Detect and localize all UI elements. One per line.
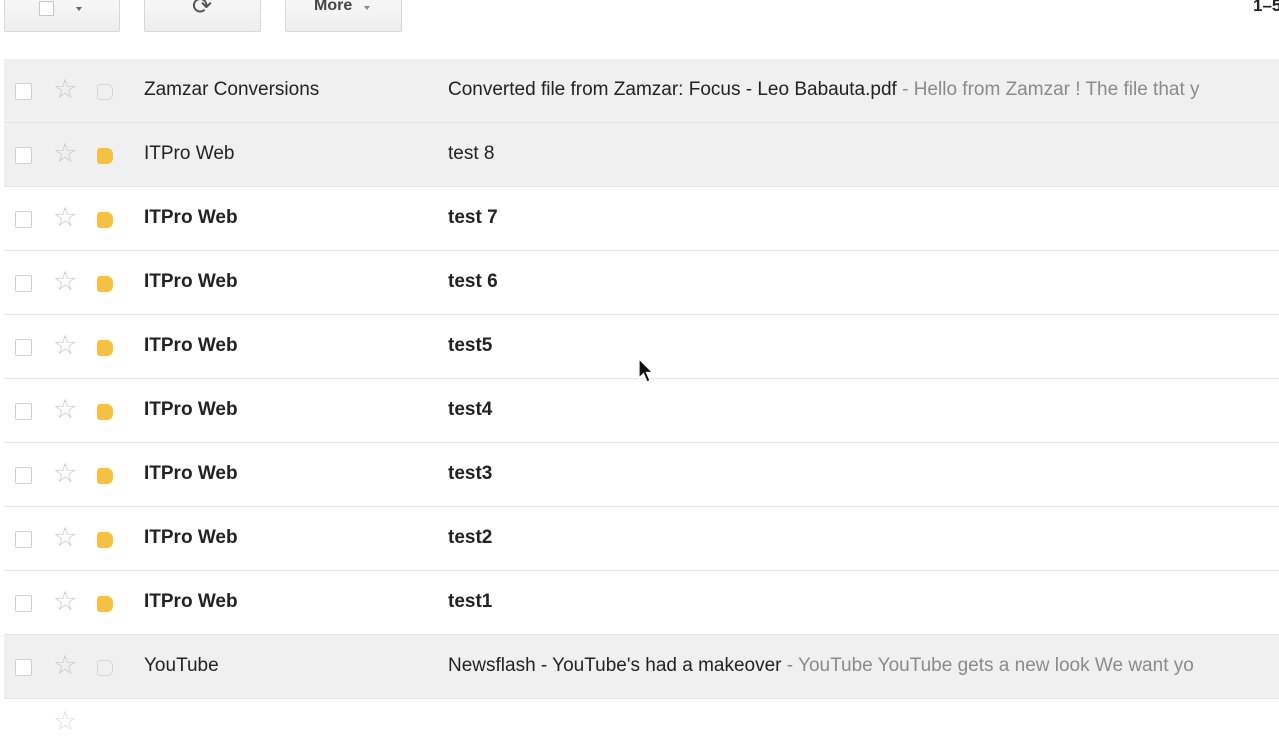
row-checkbox[interactable] (15, 403, 32, 420)
row-checkbox[interactable] (15, 467, 32, 484)
star-icon[interactable]: ☆ (53, 460, 77, 487)
email-subject: test1 (448, 591, 493, 612)
email-row[interactable]: ☆ ITPro Web test 7 (4, 187, 1279, 251)
row-checkbox[interactable] (15, 147, 32, 164)
star-icon[interactable]: ☆ (53, 332, 77, 359)
label-tag-icon (97, 212, 113, 228)
label-tag-icon (97, 84, 113, 100)
label-tag-icon (97, 660, 113, 676)
email-snippet: - YouTube YouTube gets a new look We wan… (781, 655, 1194, 676)
email-row[interactable]: ☆ Zamzar Conversions Converted file from Z… (4, 59, 1279, 123)
toolbar: ⟳ More 1–5 (0, 0, 1279, 56)
email-row[interactable]: ☆ ITPro Web test1 (4, 571, 1279, 635)
row-checkbox[interactable] (15, 83, 32, 100)
email-subject: test2 (448, 527, 493, 548)
email-subject: Converted file from Zamzar: Focus - Leo … (448, 79, 897, 100)
chevron-down-icon (364, 6, 370, 10)
email-row[interactable]: ☆ ITPro Web test 6 (4, 251, 1279, 315)
mouse-pointer-icon (638, 358, 654, 383)
refresh-button[interactable]: ⟳ (144, 0, 261, 32)
email-sender: ITPro Web (144, 399, 238, 420)
label-tag-icon (97, 276, 113, 292)
email-subject-line: test2 (448, 527, 1279, 549)
label-tag-icon (97, 404, 113, 420)
refresh-icon: ⟳ (192, 0, 213, 20)
star-icon[interactable]: ☆ (53, 140, 77, 167)
email-sender: YouTube (144, 655, 219, 676)
email-subject: Newsflash - YouTube's had a makeover (448, 655, 782, 676)
email-subject-line: test5 (448, 335, 1279, 357)
row-checkbox[interactable] (15, 211, 32, 228)
email-sender: ITPro Web (144, 143, 235, 164)
email-subject: test 7 (448, 207, 498, 228)
list-continuation: ☆ (0, 700, 1279, 735)
email-row[interactable]: ☆ ITPro Web test 8 (4, 123, 1279, 187)
row-checkbox[interactable] (15, 531, 32, 548)
star-icon[interactable]: ☆ (53, 524, 77, 551)
email-row[interactable]: ☆ ITPro Web test2 (4, 507, 1279, 571)
label-tag-icon (97, 148, 113, 164)
email-sender: ITPro Web (144, 207, 238, 228)
email-sender: ITPro Web (144, 335, 238, 356)
email-subject-line: test1 (448, 591, 1279, 613)
star-icon[interactable]: ☆ (53, 268, 77, 295)
label-tag-icon (97, 468, 113, 484)
select-all-dropdown-button[interactable] (4, 0, 120, 32)
email-subject: test 6 (448, 271, 498, 292)
row-checkbox[interactable] (15, 595, 32, 612)
email-sender: ITPro Web (144, 527, 238, 548)
checkbox-icon (39, 1, 54, 16)
label-tag-icon (97, 596, 113, 612)
label-tag-icon (97, 340, 113, 356)
more-label: More (314, 0, 353, 14)
pagination-range: 1–5 (1253, 0, 1279, 15)
email-row[interactable]: ☆ YouTube Newsflash - YouTube's had a make… (4, 635, 1279, 699)
email-sender: ITPro Web (144, 271, 238, 292)
more-actions-button[interactable]: More (285, 0, 402, 32)
email-sender: ITPro Web (144, 463, 238, 484)
email-subject: test3 (448, 463, 493, 484)
email-subject-line: test 8 (448, 143, 1279, 165)
email-subject: test 8 (448, 143, 495, 164)
row-checkbox[interactable] (15, 339, 32, 356)
email-subject-line: test4 (448, 399, 1279, 421)
email-subject: test5 (448, 335, 493, 356)
label-tag-icon (97, 532, 113, 548)
star-icon[interactable]: ☆ (53, 588, 77, 615)
star-icon[interactable]: ☆ (53, 204, 77, 231)
star-icon[interactable]: ☆ (53, 652, 77, 679)
email-row[interactable]: ☆ ITPro Web test4 (4, 379, 1279, 443)
email-subject: test4 (448, 399, 493, 420)
email-row[interactable]: ☆ ITPro Web test3 (4, 443, 1279, 507)
row-checkbox[interactable] (15, 659, 32, 676)
email-subject-line: test 6 (448, 271, 1279, 293)
email-subject-line: test3 (448, 463, 1279, 485)
star-icon[interactable]: ☆ (53, 708, 77, 735)
email-snippet: - Hello from Zamzar ! The file that y (896, 79, 1200, 100)
email-subject-line: test 7 (448, 207, 1279, 229)
row-checkbox[interactable] (15, 275, 32, 292)
star-icon[interactable]: ☆ (53, 396, 77, 423)
email-sender: Zamzar Conversions (144, 79, 320, 100)
email-subject-line: Converted file from Zamzar: Focus - Leo … (448, 79, 1279, 101)
chevron-down-icon (76, 7, 82, 11)
email-sender: ITPro Web (144, 591, 238, 612)
email-subject-line: Newsflash - YouTube's had a makeover - Y… (448, 655, 1279, 677)
star-icon[interactable]: ☆ (53, 76, 77, 103)
